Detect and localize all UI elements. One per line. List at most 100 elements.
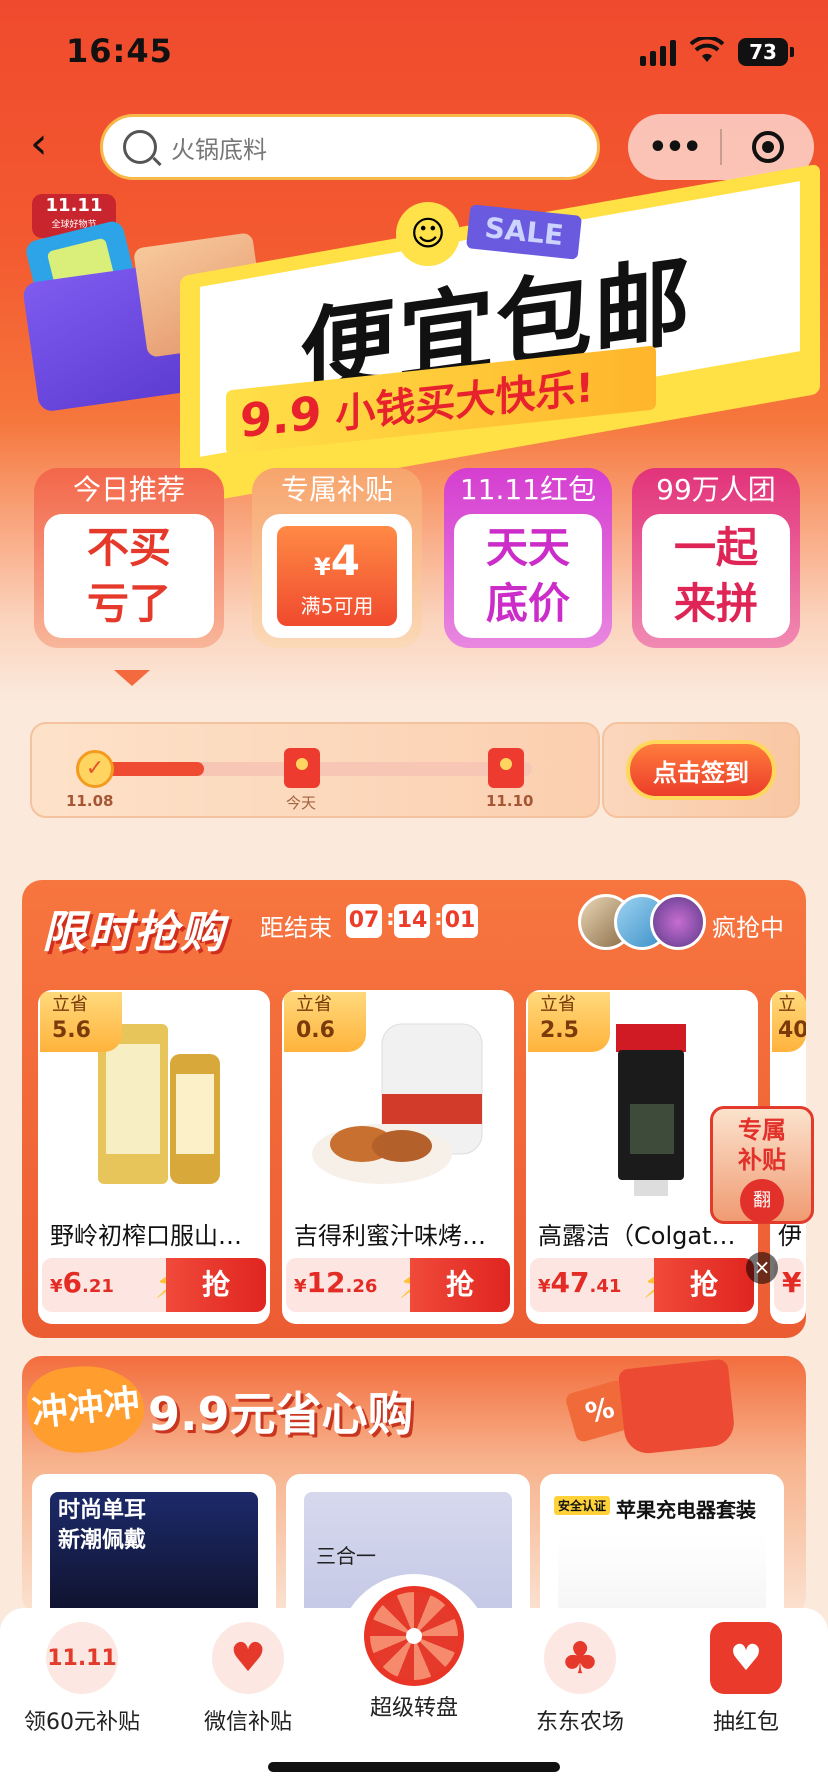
- selected-indicator: [114, 670, 150, 686]
- tab-label[interactable]: 超级转盘: [338, 1690, 490, 1722]
- card-line: 时尚单耳: [58, 1498, 147, 1523]
- card-image: [558, 1534, 766, 1616]
- category-card-subsidy[interactable]: 专属补贴 ¥4 满5可用: [252, 468, 422, 648]
- wifi-icon: [689, 35, 725, 71]
- price-int: 6: [62, 1266, 83, 1299]
- product-card[interactable]: 立省 0.6 吉得利蜜汁味烤翅料 ¥12.26 ⚡ 抢: [282, 990, 514, 1324]
- countdown-label: 距结束: [260, 914, 332, 942]
- banner-price: 9.9: [240, 385, 322, 449]
- tab-red-envelope[interactable]: ♥ 抽红包: [666, 1622, 826, 1736]
- battery-icon: 73: [738, 38, 794, 66]
- category-card-group[interactable]: 99万人团 一起 来拼: [632, 468, 800, 648]
- card-line: 新潮佩戴: [58, 1528, 147, 1553]
- home-indicator: [268, 1762, 560, 1772]
- flash-sale-title: 限时抢购: [42, 907, 226, 958]
- countdown-seconds: 01: [442, 904, 478, 938]
- buyer-avatars: [578, 894, 708, 950]
- product-name: 吉得利蜜汁味烤翅料: [294, 1222, 506, 1250]
- grab-button[interactable]: 抢: [166, 1258, 266, 1312]
- category-head: 99万人团: [656, 473, 776, 506]
- checkin-day: 今天: [286, 794, 317, 812]
- product-price: ¥6.21: [50, 1266, 114, 1299]
- category-line: 天天: [485, 523, 570, 572]
- signal-icon: [640, 40, 676, 66]
- coupon-condition: 满5可用: [300, 593, 374, 618]
- category-line: 一起: [673, 523, 758, 572]
- tab-subsidy-60[interactable]: 11.11 领60元补贴: [2, 1622, 162, 1736]
- promo-card[interactable]: 时尚单耳 新潮佩戴: [32, 1474, 276, 1616]
- checkin-day: 11.08: [66, 792, 114, 810]
- price-dec: .21: [82, 1276, 114, 1297]
- price-dec: .26: [345, 1276, 378, 1297]
- countdown-hours: 07: [346, 904, 382, 938]
- section-9-9-header: 冲冲冲 9.9元省心购 %: [22, 1356, 806, 1460]
- shopping-cart-icon: [617, 1358, 737, 1456]
- price-int: 12: [306, 1266, 346, 1299]
- avatar: [650, 894, 706, 950]
- status-time: 16:45: [66, 32, 173, 70]
- category-head: 专属补贴: [280, 473, 393, 506]
- category-line: 不买: [86, 523, 171, 572]
- category-card-hongbao[interactable]: 11.11红包 天天 底价: [444, 468, 612, 648]
- category-line: 底价: [485, 579, 570, 628]
- back-button[interactable]: ‹: [30, 116, 74, 172]
- promo-card[interactable]: 安全认证 苹果充电器套装: [540, 1474, 784, 1616]
- event-tag-title: 11.11: [45, 195, 103, 216]
- product-card[interactable]: 立省 5.6 野岭初榨口服山茶油 ¥6.21 ⚡ 抢: [38, 990, 270, 1324]
- wheel-icon[interactable]: [364, 1586, 464, 1686]
- checkmark-icon: ✓: [76, 750, 114, 788]
- buy-bar: ¥: [774, 1258, 804, 1312]
- coupon-value: 4: [330, 535, 360, 585]
- category-head: 今日推荐: [72, 473, 185, 506]
- 1111-icon: 11.11: [46, 1622, 118, 1694]
- price-int: 47: [550, 1266, 590, 1299]
- chong-badge: 冲冲冲: [23, 1360, 149, 1458]
- close-icon[interactable]: ×: [746, 1252, 778, 1284]
- grab-button[interactable]: 抢: [654, 1258, 754, 1312]
- buy-bar: ¥47.41 ⚡ 抢: [530, 1258, 754, 1312]
- target-close-icon[interactable]: [722, 131, 814, 163]
- tab-label: 抽红包: [712, 1710, 779, 1735]
- category-head: 11.11红包: [459, 473, 597, 506]
- tree-icon: ♣: [544, 1622, 616, 1694]
- coupon: ¥4 满5可用: [277, 526, 397, 626]
- floating-subsidy-widget[interactable]: 专属 补贴 翻: [710, 1106, 814, 1224]
- coupon-currency: ¥: [314, 552, 331, 581]
- tab-farm[interactable]: ♣ 东东农场: [500, 1622, 660, 1736]
- floating-text: 补贴: [738, 1146, 786, 1174]
- coupon-amount: ¥4: [314, 533, 360, 592]
- product-price: ¥12.26: [294, 1266, 378, 1299]
- buy-bar: ¥6.21 ⚡ 抢: [42, 1258, 266, 1312]
- section-9-9-title: 9.9元省心购: [148, 1387, 414, 1441]
- savings-amount: 2.5: [540, 1018, 579, 1043]
- more-dots-icon[interactable]: •••: [628, 130, 720, 165]
- tab-label: 微信补贴: [203, 1710, 292, 1735]
- promo-banner[interactable]: 11.11 全球好物节 ☺ SALE 便宜包邮 9.9 小钱买大快乐!: [0, 163, 828, 507]
- grab-button[interactable]: 抢: [410, 1258, 510, 1312]
- checkin-button[interactable]: 点击签到: [626, 740, 776, 800]
- status-bar: 16:45 73: [0, 0, 828, 100]
- checkin-button-wrap: 点击签到: [602, 722, 800, 818]
- tab-label: 东东农场: [535, 1710, 624, 1735]
- tab-label: 领60元补贴: [24, 1710, 140, 1735]
- card-text: 时尚单耳 新潮佩戴: [58, 1496, 146, 1556]
- savings-badge: 立省 0.6: [284, 992, 366, 1052]
- search-input[interactable]: 火锅底料: [100, 114, 600, 180]
- savings-label: 立省: [540, 994, 576, 1015]
- category-line: 来拼: [673, 579, 758, 628]
- search-placeholder: 火锅底料: [171, 135, 267, 164]
- card-text: 三合一: [316, 1544, 376, 1568]
- savings-badge: 立 40: [772, 992, 806, 1052]
- tab-wechat-subsidy[interactable]: ♥ 微信补贴: [168, 1622, 328, 1736]
- savings-amount: 40: [778, 1018, 806, 1043]
- category-body: 不买 亏了: [44, 514, 214, 638]
- red-envelope-icon: [488, 748, 524, 788]
- savings-label: 立省: [296, 994, 332, 1015]
- savings-label: 立省: [52, 994, 88, 1015]
- card-text: 苹果充电器套装: [616, 1498, 756, 1522]
- flash-sale-section: 限时抢购 距结束 07 : 14 : 01 疯抢中 立省 5.6 野岭初榨口服山…: [22, 880, 806, 1338]
- floating-text: 专属: [738, 1116, 786, 1144]
- checkin-progress: ✓ 11.08 今天 11.10: [30, 722, 600, 818]
- category-card-today[interactable]: 今日推荐 不买 亏了: [34, 468, 224, 648]
- heart-pulse-icon: ♥: [212, 1622, 284, 1694]
